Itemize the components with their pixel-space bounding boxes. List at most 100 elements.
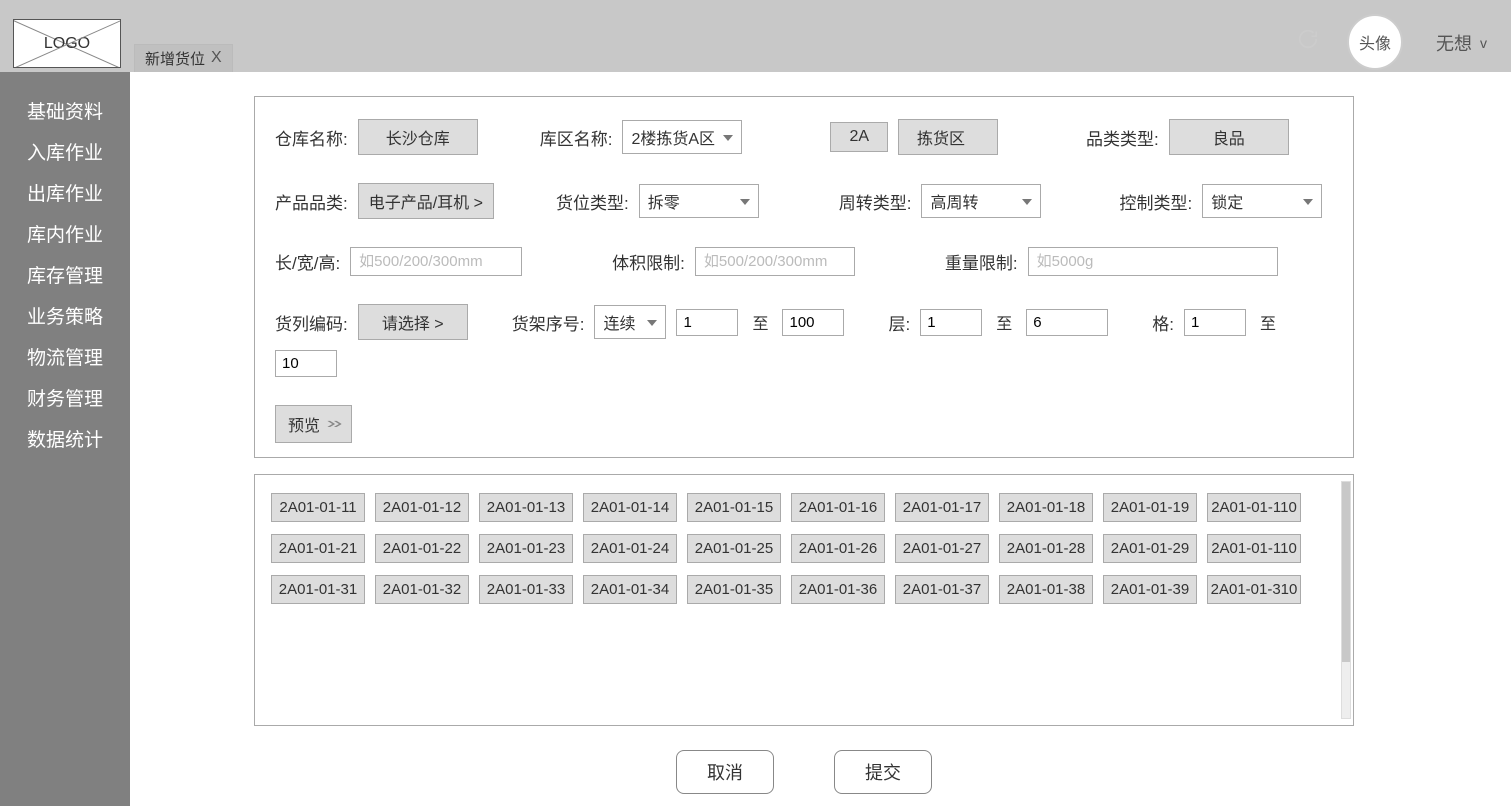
cancel-button[interactable]: 取消 [676, 750, 774, 794]
turnover-label: 周转类型: [839, 189, 912, 214]
location-cell[interactable]: 2A01-01-23 [479, 534, 573, 563]
refresh-icon[interactable] [1297, 28, 1319, 50]
sidebar-item-basic[interactable]: 基础资料 [0, 90, 130, 131]
location-cell[interactable]: 2A01-01-38 [999, 575, 1093, 604]
category-type-field[interactable]: 良品 [1169, 119, 1289, 155]
column-code-field[interactable]: 请选择 > [358, 304, 468, 340]
location-cell[interactable]: 2A01-01-310 [1207, 575, 1301, 604]
turnover-select[interactable]: 高周转 [921, 184, 1041, 218]
location-cell[interactable]: 2A01-01-16 [791, 493, 885, 522]
location-cell[interactable]: 2A01-01-22 [375, 534, 469, 563]
layer-from-input[interactable] [920, 309, 982, 336]
sidebar: 基础资料 入库作业 出库作业 库内作业 库存管理 业务策略 物流管理 财务管理 … [0, 72, 130, 806]
warehouse-label: 仓库名称: [275, 125, 348, 150]
location-cell[interactable]: 2A01-01-28 [999, 534, 1093, 563]
username-menu[interactable]: 无想 v [1436, 30, 1487, 56]
sidebar-item-stats[interactable]: 数据统计 [0, 418, 130, 459]
shelf-from-input[interactable] [676, 309, 738, 336]
dim-input[interactable] [350, 247, 522, 276]
location-cell[interactable]: 2A01-01-39 [1103, 575, 1197, 604]
location-cell[interactable]: 2A01-01-35 [687, 575, 781, 604]
submit-button[interactable]: 提交 [834, 750, 932, 794]
warehouse-field[interactable]: 长沙仓库 [358, 119, 478, 155]
to-text-2: 至 [992, 310, 1016, 334]
sidebar-item-inbound[interactable]: 入库作业 [0, 131, 130, 172]
location-cell[interactable]: 2A01-01-13 [479, 493, 573, 522]
username-text: 无想 [1436, 30, 1472, 56]
tab-new-location[interactable]: 新增货位 X [134, 44, 233, 73]
location-cell[interactable]: 2A01-01-110 [1207, 534, 1301, 563]
sidebar-item-inventory[interactable]: 库存管理 [0, 254, 130, 295]
logo-text: LOGO [44, 35, 90, 53]
sidebar-item-outbound[interactable]: 出库作业 [0, 172, 130, 213]
sidebar-item-policy[interactable]: 业务策略 [0, 295, 130, 336]
loc-type-select[interactable]: 拆零 [639, 184, 759, 218]
weight-input[interactable] [1028, 247, 1278, 276]
shelf-no-label: 货架序号: [512, 310, 585, 335]
shelf-to-input[interactable] [782, 309, 844, 336]
volume-label: 体积限制: [612, 249, 685, 274]
sidebar-item-finance[interactable]: 财务管理 [0, 377, 130, 418]
location-cell[interactable]: 2A01-01-33 [479, 575, 573, 604]
control-select[interactable]: 锁定 [1202, 184, 1322, 218]
dim-label: 长/宽/高: [275, 249, 340, 274]
double-chevron-down-icon: » [326, 415, 342, 433]
location-cell[interactable]: 2A01-01-18 [999, 493, 1093, 522]
location-cell[interactable]: 2A01-01-15 [687, 493, 781, 522]
to-text-1: 至 [748, 310, 772, 334]
location-cell[interactable]: 2A01-01-11 [271, 493, 365, 522]
column-code-label: 货列编码: [275, 310, 348, 335]
loc-type-label: 货位类型: [556, 189, 629, 214]
location-cell[interactable]: 2A01-01-21 [271, 534, 365, 563]
cell-label: 格: [1152, 310, 1174, 335]
area-type-tag: 拣货区 [898, 119, 998, 155]
form-panel: 仓库名称: 长沙仓库 库区名称: 2楼拣货A区 2A 拣货区 品类类型: 良品 … [254, 96, 1354, 458]
close-icon[interactable]: X [211, 49, 222, 67]
location-cell[interactable]: 2A01-01-36 [791, 575, 885, 604]
sidebar-item-internal[interactable]: 库内作业 [0, 213, 130, 254]
location-cell[interactable]: 2A01-01-24 [583, 534, 677, 563]
location-cell[interactable]: 2A01-01-17 [895, 493, 989, 522]
location-cell[interactable]: 2A01-01-26 [791, 534, 885, 563]
to-text-3: 至 [1256, 310, 1280, 334]
category-type-label: 品类类型: [1086, 125, 1159, 150]
tab-strip: 新增货位 X [134, 44, 233, 72]
layer-to-input[interactable] [1026, 309, 1108, 336]
preview-label: 预览 [288, 412, 320, 436]
top-bar: LOGO 新增货位 X 头像 无想 v [0, 0, 1511, 72]
location-cell[interactable]: 2A01-01-14 [583, 493, 677, 522]
area-select[interactable]: 2楼拣货A区 [622, 120, 742, 154]
avatar-text: 头像 [1359, 30, 1391, 54]
location-cell[interactable]: 2A01-01-32 [375, 575, 469, 604]
location-cell[interactable]: 2A01-01-19 [1103, 493, 1197, 522]
area-label: 库区名称: [540, 125, 613, 150]
location-cell[interactable]: 2A01-01-110 [1207, 493, 1301, 522]
location-cell[interactable]: 2A01-01-37 [895, 575, 989, 604]
scrollbar-thumb[interactable] [1342, 482, 1350, 662]
preview-grid-panel: 2A01-01-11 2A01-01-12 2A01-01-13 2A01-01-14… [254, 474, 1354, 726]
preview-button[interactable]: 预览 » [275, 405, 352, 443]
shelf-mode-select[interactable]: 连续 [594, 305, 666, 339]
preview-grid: 2A01-01-11 2A01-01-12 2A01-01-13 2A01-01-14… [271, 493, 1331, 604]
location-cell[interactable]: 2A01-01-29 [1103, 534, 1197, 563]
location-cell[interactable]: 2A01-01-31 [271, 575, 365, 604]
product-cat-field[interactable]: 电子产品/耳机 > [358, 183, 494, 219]
action-row: 取消 提交 [254, 750, 1354, 794]
layer-label: 层: [888, 310, 910, 335]
volume-input[interactable] [695, 247, 855, 276]
content-area: 仓库名称: 长沙仓库 库区名称: 2楼拣货A区 2A 拣货区 品类类型: 良品 … [130, 72, 1511, 806]
location-cell[interactable]: 2A01-01-12 [375, 493, 469, 522]
scrollbar[interactable] [1341, 481, 1351, 719]
product-cat-label: 产品品类: [275, 189, 348, 214]
area-code-tag: 2A [830, 122, 888, 152]
avatar[interactable]: 头像 [1347, 14, 1403, 70]
location-cell[interactable]: 2A01-01-27 [895, 534, 989, 563]
location-cell[interactable]: 2A01-01-25 [687, 534, 781, 563]
control-label: 控制类型: [1119, 189, 1192, 214]
location-cell[interactable]: 2A01-01-34 [583, 575, 677, 604]
cell-to-input[interactable] [275, 350, 337, 377]
tab-label: 新增货位 [145, 48, 205, 69]
sidebar-item-logistics[interactable]: 物流管理 [0, 336, 130, 377]
chevron-down-icon: v [1480, 35, 1487, 51]
cell-from-input[interactable] [1184, 309, 1246, 336]
